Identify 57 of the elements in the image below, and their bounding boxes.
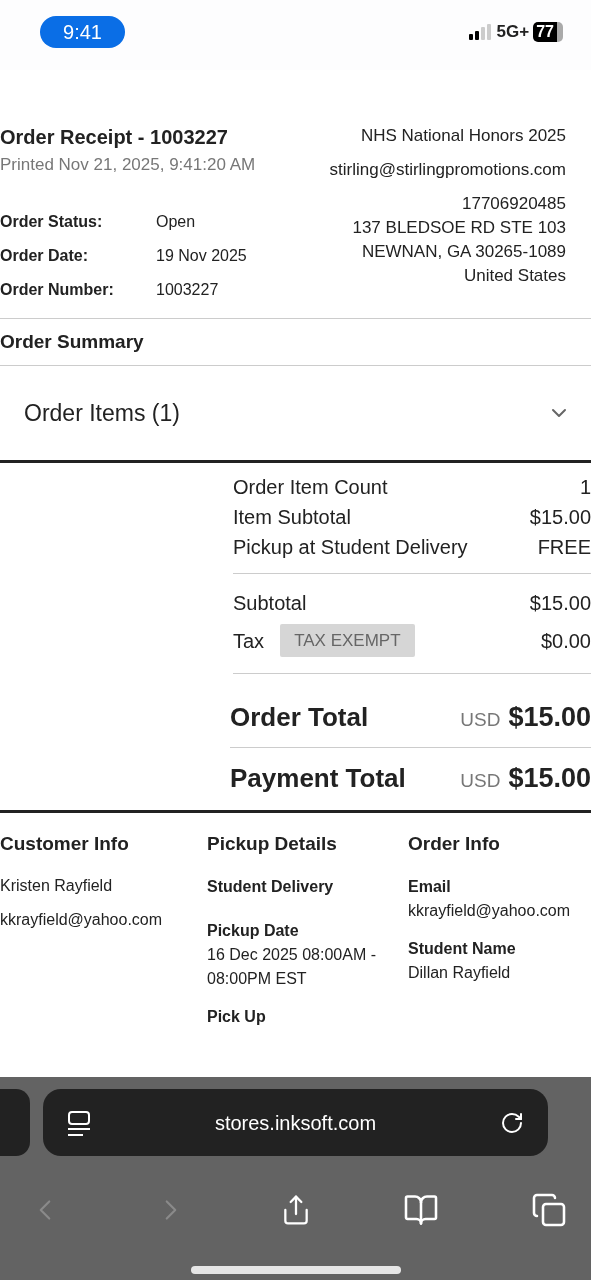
field-value: 1003227 [156, 280, 219, 300]
info-text: Kristen Rayfield [0, 876, 114, 896]
tabs-icon[interactable] [531, 1192, 567, 1228]
signal-icon [468, 24, 493, 40]
info-value: Dillan Rayfield [408, 963, 512, 983]
battery-indicator: 77 [533, 22, 563, 42]
store-phone: 17706920485 [462, 193, 566, 215]
info-label: Email [408, 877, 452, 897]
info-text: kkrayfield@yahoo.com [0, 910, 164, 930]
grand-total-label: Order Total [230, 701, 369, 734]
total-label: Pickup at Student Delivery [233, 535, 468, 559]
grand-total-value: $15.00 [508, 761, 591, 795]
total-label: Item Subtotal [233, 505, 351, 529]
printed-date: Printed Nov 21, 2025, 9:41:20 AM [0, 156, 256, 174]
info-value: 16 Dec 2025 08:00AM - 08:00PM EST [207, 945, 377, 989]
info-value: kkrayfield@yahoo.com [408, 901, 572, 921]
total-value: $15.00 [529, 591, 591, 616]
store-email: stirling@stirlingpromotions.com [329, 159, 566, 181]
total-value: $15.00 [529, 505, 591, 529]
section-heading: Order Summary [0, 319, 591, 366]
info-heading: Customer Info [0, 832, 130, 856]
info-label: Student Delivery [207, 877, 335, 897]
info-label: Pick Up [207, 1007, 267, 1027]
tax-exempt-badge: TAX EXEMPT [280, 624, 415, 657]
order-items-accordion[interactable]: Order Items (1) [0, 366, 591, 463]
field-label: Order Status: [0, 212, 104, 232]
url-text: stores.inksoft.com [214, 1110, 377, 1136]
total-label: Tax [233, 628, 265, 654]
field-label: Order Date: [0, 246, 90, 266]
currency-code: USD [460, 708, 501, 733]
field-label: Order Number: [0, 280, 115, 300]
grand-total-label: Payment Total [230, 761, 406, 795]
info-heading: Order Info [408, 832, 501, 856]
info-label: Pickup Date [207, 921, 300, 941]
address-bar[interactable]: stores.inksoft.com [43, 1089, 548, 1156]
info-heading: Pickup Details [207, 832, 338, 856]
field-value: Open [156, 212, 196, 232]
address-line: 137 BLEDSOE RD STE 103 [352, 217, 566, 239]
total-label: Order Item Count [233, 475, 388, 499]
receipt-title: Order Receipt - 1003227 [0, 125, 229, 150]
status-time: 9:41 [40, 16, 125, 48]
store-name: NHS National Honors 2025 [360, 125, 566, 147]
total-value: 1 [579, 475, 591, 499]
tab-preview[interactable] [0, 1089, 30, 1156]
grand-total-value: $15.00 [508, 701, 591, 735]
network-label: 5G+ [496, 21, 530, 44]
reload-icon[interactable] [500, 1110, 524, 1135]
total-value: FREE [537, 535, 591, 559]
total-value: $0.00 [540, 628, 591, 654]
bookmarks-icon[interactable] [403, 1192, 440, 1228]
currency-code: USD [460, 768, 501, 793]
info-label: Student Name [408, 939, 517, 959]
field-value: 19 Nov 2025 [156, 246, 247, 266]
total-label: Subtotal [233, 591, 307, 616]
page-menu-icon [67, 1109, 91, 1136]
address-line: NEWNAN, GA 30265-1089 [361, 241, 566, 263]
address-line: United States [463, 265, 566, 287]
